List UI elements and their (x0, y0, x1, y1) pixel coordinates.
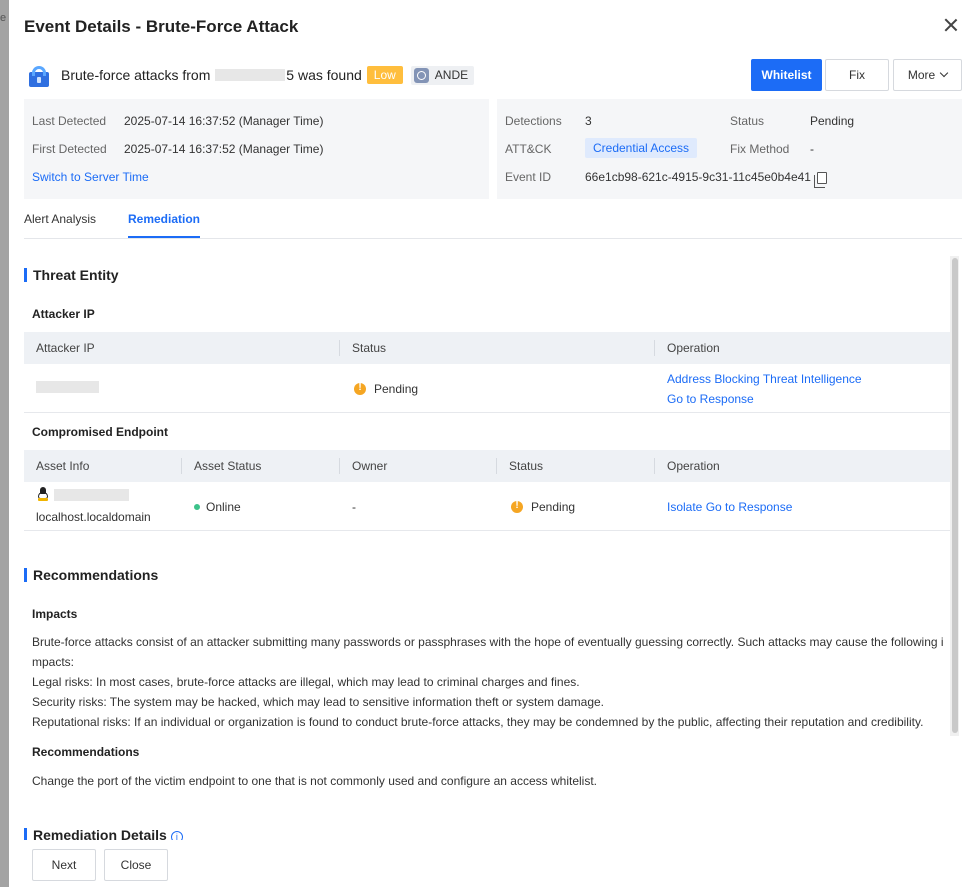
detection-time-panel: Last Detected 2025-07-14 16:37:52 (Manag… (24, 99, 489, 199)
last-detected-value: 2025-07-14 16:37:52 (Manager Time) (124, 114, 324, 128)
table-header: Asset Info Asset Status Owner Status Ope… (24, 450, 950, 482)
detections-label: Detections (505, 114, 562, 128)
backdrop-text: e (0, 12, 7, 24)
attacker-ip-table: Attacker IP Status Operation Pending Add… (24, 332, 950, 413)
column-divider (496, 458, 497, 474)
column-header: Operation (667, 341, 720, 355)
endpoint-table: Asset Info Asset Status Owner Status Ope… (24, 450, 950, 531)
event-id-value: 66e1cb98-621c-4915-9c31-11c45e0b4e41 (585, 170, 811, 184)
endpoint-status: Pending (531, 500, 576, 514)
column-header: Asset Status (194, 459, 262, 473)
attacker-ip-subtitle: Attacker IP (32, 307, 95, 321)
column-header: Operation (667, 459, 720, 473)
attck-tag: Credential Access (585, 138, 698, 158)
source-icon (413, 67, 429, 83)
column-divider (654, 458, 655, 474)
impacts-line: Brute-force attacks consist of an attack… (32, 635, 944, 649)
fix-button[interactable]: Fix (825, 59, 889, 91)
drawer-title: Event Details - Brute-Force Attack (24, 17, 299, 36)
source-label: ANDE (434, 68, 469, 82)
column-header: Owner (352, 459, 388, 473)
first-detected-value: 2025-07-14 16:37:52 (Manager Time) (124, 142, 324, 156)
close-button[interactable]: Close (104, 849, 168, 881)
more-label: More (907, 68, 936, 82)
row-divider (24, 412, 950, 413)
column-divider (181, 458, 182, 474)
row-divider (24, 530, 950, 531)
more-button[interactable]: More (893, 59, 962, 91)
event-meta-panel: Detections 3 Status Pending ATT&CK Crede… (497, 99, 962, 199)
reputational-risk: Reputational risks: If an individual or … (32, 715, 924, 729)
recommendations-subtitle: Recommendations (32, 745, 140, 759)
impacts-line: mpacts: (32, 655, 75, 669)
masked-asset-ip (54, 489, 129, 501)
recommendations-title: Recommendations (24, 568, 158, 582)
tab-remediation[interactable]: Remediation (128, 212, 200, 226)
source-badge: ANDE (410, 65, 475, 85)
event-title-prefix: Brute-force attacks from (61, 67, 211, 83)
status-value: Pending (810, 114, 855, 128)
column-header: Status (509, 459, 544, 473)
linux-icon (37, 487, 49, 501)
asset-status: Online (206, 500, 241, 514)
copy-icon[interactable] (814, 172, 827, 188)
impacts-subtitle: Impacts (32, 607, 78, 621)
column-header: Status (352, 341, 387, 355)
next-button[interactable]: Next (32, 849, 96, 881)
asset-hostname: localhost.localdomain (36, 510, 151, 524)
severity-badge: Low (366, 66, 403, 84)
tab-alert-analysis[interactable]: Alert Analysis (24, 212, 96, 226)
tabs-divider (24, 238, 962, 239)
security-risk: Security risks: The system may be hacked… (32, 695, 605, 709)
go-to-response-link[interactable]: Go to Response (667, 392, 754, 406)
masked-ip (215, 69, 286, 81)
compromised-endpoint-subtitle: Compromised Endpoint (32, 425, 168, 439)
chevron-down-icon (939, 68, 949, 78)
masked-attacker-ip (36, 381, 99, 393)
pending-icon (354, 382, 366, 395)
online-dot-icon (194, 504, 200, 510)
threat-entity-title: Threat Entity (24, 268, 119, 282)
event-title: Brute-force attacks from 5 was found (61, 67, 362, 83)
attck-label: ATT&CK (505, 142, 552, 156)
column-divider (339, 458, 340, 474)
detections-value: 3 (585, 114, 592, 128)
event-id-label: Event ID (505, 170, 552, 184)
column-header: Asset Info (36, 459, 90, 473)
fix-method-value: - (810, 142, 814, 156)
event-title-suffix: 5 was found (286, 67, 362, 83)
impacts-text: Brute-force attacks consist of an attack… (32, 632, 948, 732)
address-blocking-link[interactable]: Address Blocking Threat Intelligence (667, 372, 862, 386)
attacker-status: Pending (374, 382, 419, 396)
isolate-go-to-response-link[interactable]: Isolate Go to Response (667, 500, 792, 514)
drawer-footer: Next Close (9, 840, 974, 887)
close-icon[interactable] (942, 16, 960, 34)
event-type-icon (26, 62, 52, 88)
column-header: Attacker IP (36, 341, 95, 355)
fix-method-label: Fix Method (730, 142, 790, 156)
last-detected-label: Last Detected (32, 114, 107, 128)
event-details-drawer: Event Details - Brute-Force Attack Brute… (9, 0, 974, 887)
status-label: Status (730, 114, 765, 128)
recommendation-text: Change the port of the victim endpoint t… (32, 774, 597, 788)
pending-icon (511, 500, 523, 513)
asset-owner: - (352, 500, 356, 514)
switch-server-time-link[interactable]: Switch to Server Time (32, 170, 149, 184)
column-divider (654, 340, 655, 356)
event-summary: Brute-force attacks from 5 was found Low… (26, 60, 475, 90)
column-divider (339, 340, 340, 356)
scrollbar-thumb[interactable] (952, 258, 958, 733)
table-header: Attacker IP Status Operation (24, 332, 950, 364)
legal-risk: Legal risks: In most cases, brute-force … (32, 675, 580, 689)
first-detected-label: First Detected (32, 142, 107, 156)
whitelist-button[interactable]: Whitelist (751, 59, 822, 91)
